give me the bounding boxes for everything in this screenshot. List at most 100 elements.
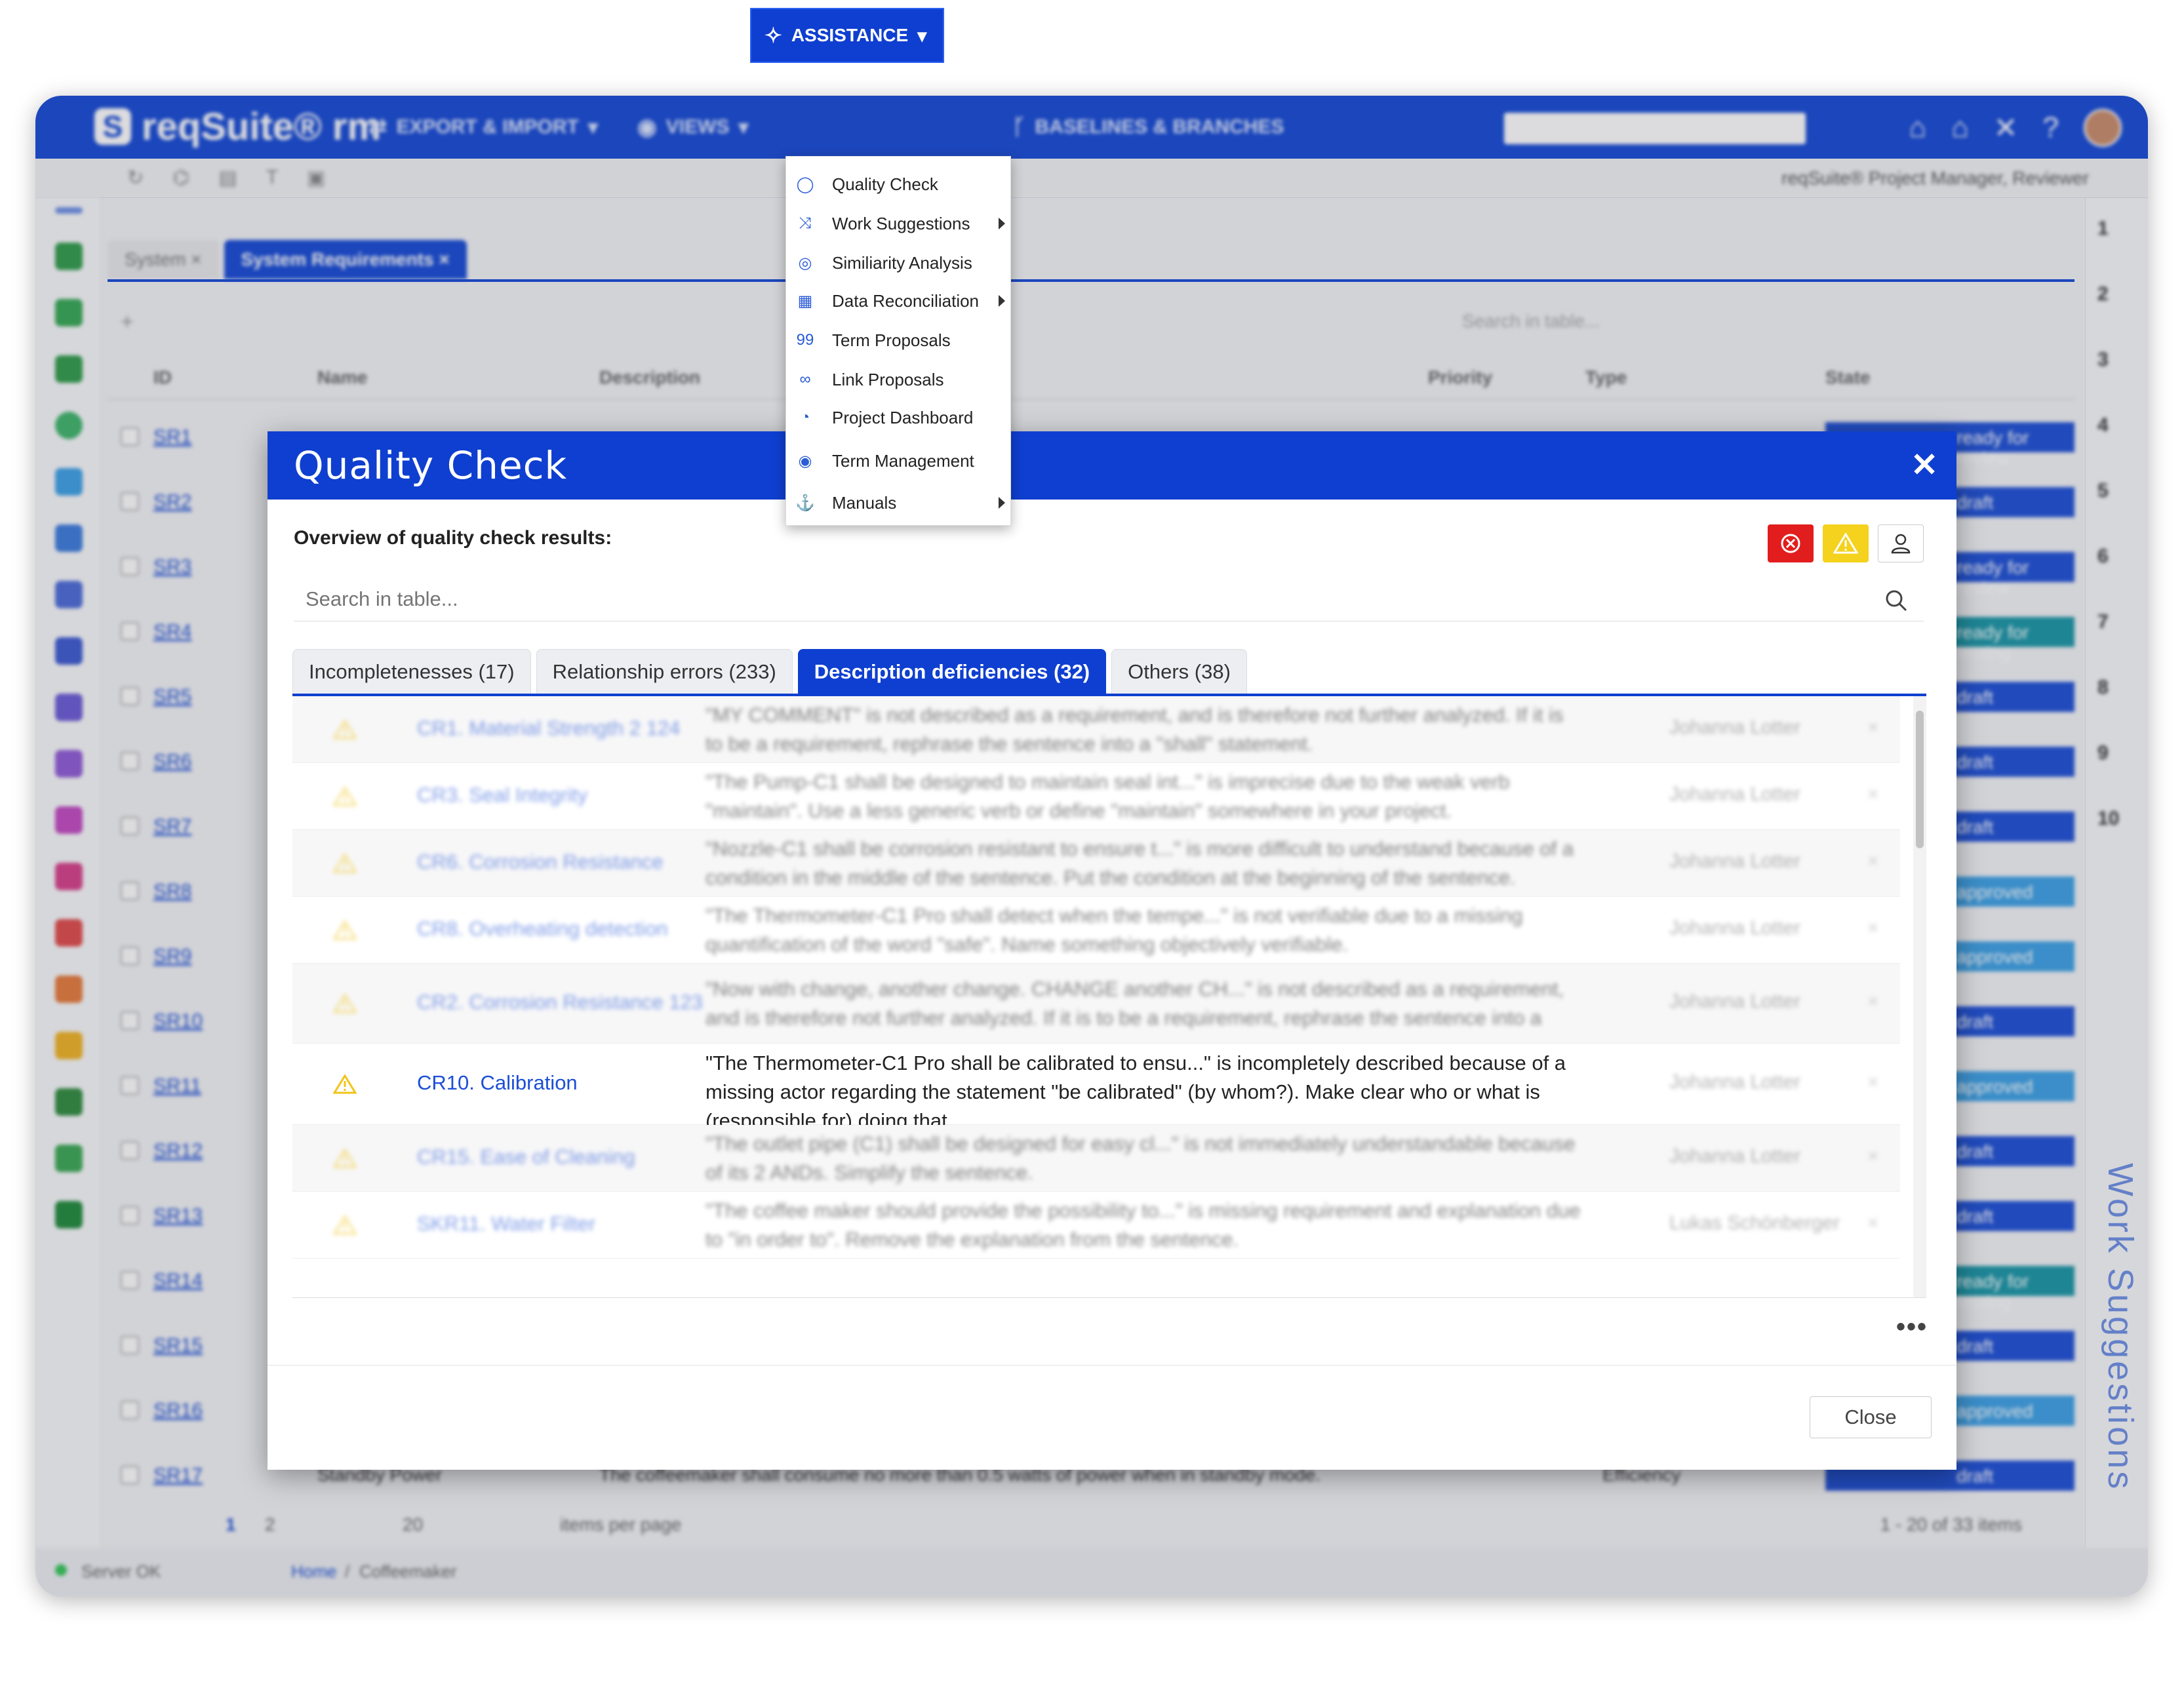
- row-id[interactable]: SR15: [153, 1335, 203, 1357]
- row-id[interactable]: SR9: [153, 945, 191, 968]
- sidebar-icon-1[interactable]: [55, 243, 83, 270]
- page-1[interactable]: 1: [226, 1514, 236, 1535]
- result-requirement-link[interactable]: CR10. Calibration: [417, 1071, 578, 1095]
- menu-icon[interactable]: [55, 207, 83, 214]
- error-filter-button[interactable]: [1768, 524, 1814, 562]
- row-checkbox[interactable]: [121, 1466, 139, 1484]
- global-search-input[interactable]: [1504, 113, 1806, 144]
- row-checkbox[interactable]: [121, 1076, 139, 1095]
- quality-result-row[interactable]: CR8. Overheating detection "The Thermomet…: [292, 897, 1900, 964]
- row-id[interactable]: SR16: [153, 1400, 203, 1422]
- dismiss-icon[interactable]: ×: [1867, 717, 1879, 739]
- dismiss-icon[interactable]: ×: [1867, 783, 1879, 806]
- page-2[interactable]: 2: [265, 1514, 275, 1535]
- sidebar-icon-3[interactable]: [55, 355, 83, 383]
- quality-result-row[interactable]: CR6. Corrosion Resistance "Nozzle-C1 shal…: [292, 830, 1900, 897]
- row-id[interactable]: SR12: [153, 1140, 203, 1162]
- row-checkbox[interactable]: [121, 687, 139, 705]
- dismiss-icon[interactable]: ×: [1867, 850, 1879, 873]
- row-id[interactable]: SR3: [153, 556, 191, 578]
- menu-item-data-reconciliation[interactable]: ▦ Data Reconciliation: [786, 281, 1010, 321]
- scrollbar[interactable]: [1913, 696, 1926, 1297]
- col-id[interactable]: ID: [153, 367, 172, 388]
- nav-assistance[interactable]: ✧ ASSISTANCE ▾: [750, 8, 944, 63]
- tab-others[interactable]: Others (38): [1111, 649, 1247, 694]
- rail-number[interactable]: 7: [2097, 611, 2109, 633]
- row-checkbox[interactable]: [121, 557, 139, 576]
- help-icon[interactable]: ?: [2043, 111, 2059, 144]
- quality-result-row[interactable]: CR15. Ease of Cleaning "The outlet pipe (…: [292, 1125, 1900, 1192]
- row-id[interactable]: SR5: [153, 686, 191, 708]
- tab-system[interactable]: System ×: [108, 240, 219, 279]
- col-name[interactable]: Name: [317, 367, 367, 388]
- dismiss-icon[interactable]: ×: [1867, 1071, 1879, 1093]
- sidebar-icon-11[interactable]: [55, 806, 83, 834]
- nav-baselines[interactable]: ᚴ BASELINES & BRANCHES: [1012, 96, 1284, 159]
- menu-item-work-suggestions[interactable]: ⤨ Work Suggestions: [786, 204, 1010, 243]
- refresh-icon[interactable]: ↻: [127, 167, 144, 189]
- row-id[interactable]: SR8: [153, 880, 191, 903]
- close-icon[interactable]: ✕: [1911, 446, 1938, 484]
- row-checkbox[interactable]: [121, 492, 139, 511]
- close-button[interactable]: Close: [1810, 1396, 1932, 1438]
- menu-item-project-dashboard[interactable]: ◔ Project Dashboard: [786, 398, 1010, 437]
- row-id[interactable]: SR14: [153, 1270, 203, 1292]
- quality-result-row[interactable]: CR2. Corrosion Resistance 123 "Now with c…: [292, 964, 1900, 1044]
- rail-number[interactable]: 2: [2097, 283, 2109, 305]
- per-page-select[interactable]: 20: [403, 1514, 423, 1535]
- row-id[interactable]: SR1: [153, 426, 191, 448]
- row-id[interactable]: SR6: [153, 751, 191, 773]
- dismiss-icon[interactable]: ×: [1867, 917, 1879, 939]
- result-requirement-link[interactable]: CR1. Material Strength 2 124: [417, 717, 681, 740]
- tree-icon[interactable]: ⌬: [172, 167, 189, 189]
- row-checkbox[interactable]: [121, 947, 139, 965]
- dismiss-icon[interactable]: ×: [1867, 991, 1879, 1013]
- rail-number[interactable]: 1: [2097, 218, 2109, 240]
- result-requirement-link[interactable]: CR3. Seal Integrity: [417, 783, 587, 807]
- sidebar-icon-5[interactable]: [55, 468, 83, 496]
- sidebar-icon-17[interactable]: [55, 1145, 83, 1172]
- col-priority[interactable]: Priority: [1428, 367, 1492, 388]
- row-checkbox[interactable]: [121, 1012, 139, 1030]
- table-search-input[interactable]: Search in table...: [1462, 311, 1790, 332]
- rail-number[interactable]: 8: [2097, 677, 2109, 699]
- col-type[interactable]: Type: [1585, 367, 1627, 388]
- rail-number[interactable]: 5: [2097, 480, 2109, 502]
- result-requirement-link[interactable]: CR8. Overheating detection: [417, 917, 668, 941]
- avatar[interactable]: [2084, 109, 2122, 147]
- sidebar-icon-7[interactable]: [55, 581, 83, 608]
- row-id[interactable]: SR11: [153, 1075, 201, 1097]
- sidebar-icon-6[interactable]: [55, 524, 83, 552]
- result-requirement-link[interactable]: CR2. Corrosion Resistance 123: [417, 991, 703, 1014]
- rail-number[interactable]: 9: [2097, 742, 2109, 764]
- tab-incompletenesses[interactable]: Incompletenesses (17): [292, 649, 531, 694]
- dismiss-icon[interactable]: ×: [1867, 1212, 1879, 1234]
- more-options-button[interactable]: •••: [1896, 1312, 1928, 1342]
- home-icon[interactable]: ⌂: [1951, 111, 1969, 144]
- dialog-search-input[interactable]: [294, 580, 1854, 619]
- row-checkbox[interactable]: [121, 1141, 139, 1160]
- sidebar-icon-9[interactable]: [55, 694, 83, 721]
- menu-item-similiarity-analysis[interactable]: ◎ Similiarity Analysis: [786, 243, 1010, 283]
- menu-item-term-management[interactable]: ◉ Term Management: [786, 441, 1010, 481]
- add-icon[interactable]: +: [121, 309, 134, 335]
- menu-item-term-proposals[interactable]: 99 Term Proposals: [786, 321, 1010, 360]
- text-icon[interactable]: T: [266, 167, 278, 189]
- rail-number[interactable]: 3: [2097, 349, 2109, 371]
- result-requirement-link[interactable]: SKR11. Water Filter: [417, 1212, 595, 1236]
- row-id[interactable]: SR7: [153, 816, 191, 838]
- nav-export-import[interactable]: ⇄ EXPORT & IMPORT ▾: [368, 96, 598, 159]
- scrollbar-thumb[interactable]: [1916, 711, 1924, 848]
- row-checkbox[interactable]: [121, 817, 139, 835]
- row-checkbox[interactable]: [121, 882, 139, 900]
- tab-description-deficiencies[interactable]: Description deficiencies (32): [797, 649, 1107, 694]
- row-checkbox[interactable]: [121, 622, 139, 640]
- row-checkbox[interactable]: [121, 427, 139, 446]
- col-state[interactable]: State: [1825, 367, 1870, 388]
- quality-result-row[interactable]: CR3. Seal Integrity "The Pump-C1 shall be…: [292, 763, 1900, 830]
- sidebar-icon-13[interactable]: [55, 919, 83, 947]
- menu-item-link-proposals[interactable]: ∞ Link Proposals: [786, 360, 1010, 399]
- quality-result-row[interactable]: CR10. Calibration "The Thermometer-C1 Pro…: [292, 1044, 1900, 1132]
- quality-result-row[interactable]: SKR11. Water Filter "The coffee maker sho…: [292, 1192, 1900, 1259]
- rail-number[interactable]: 6: [2097, 545, 2109, 568]
